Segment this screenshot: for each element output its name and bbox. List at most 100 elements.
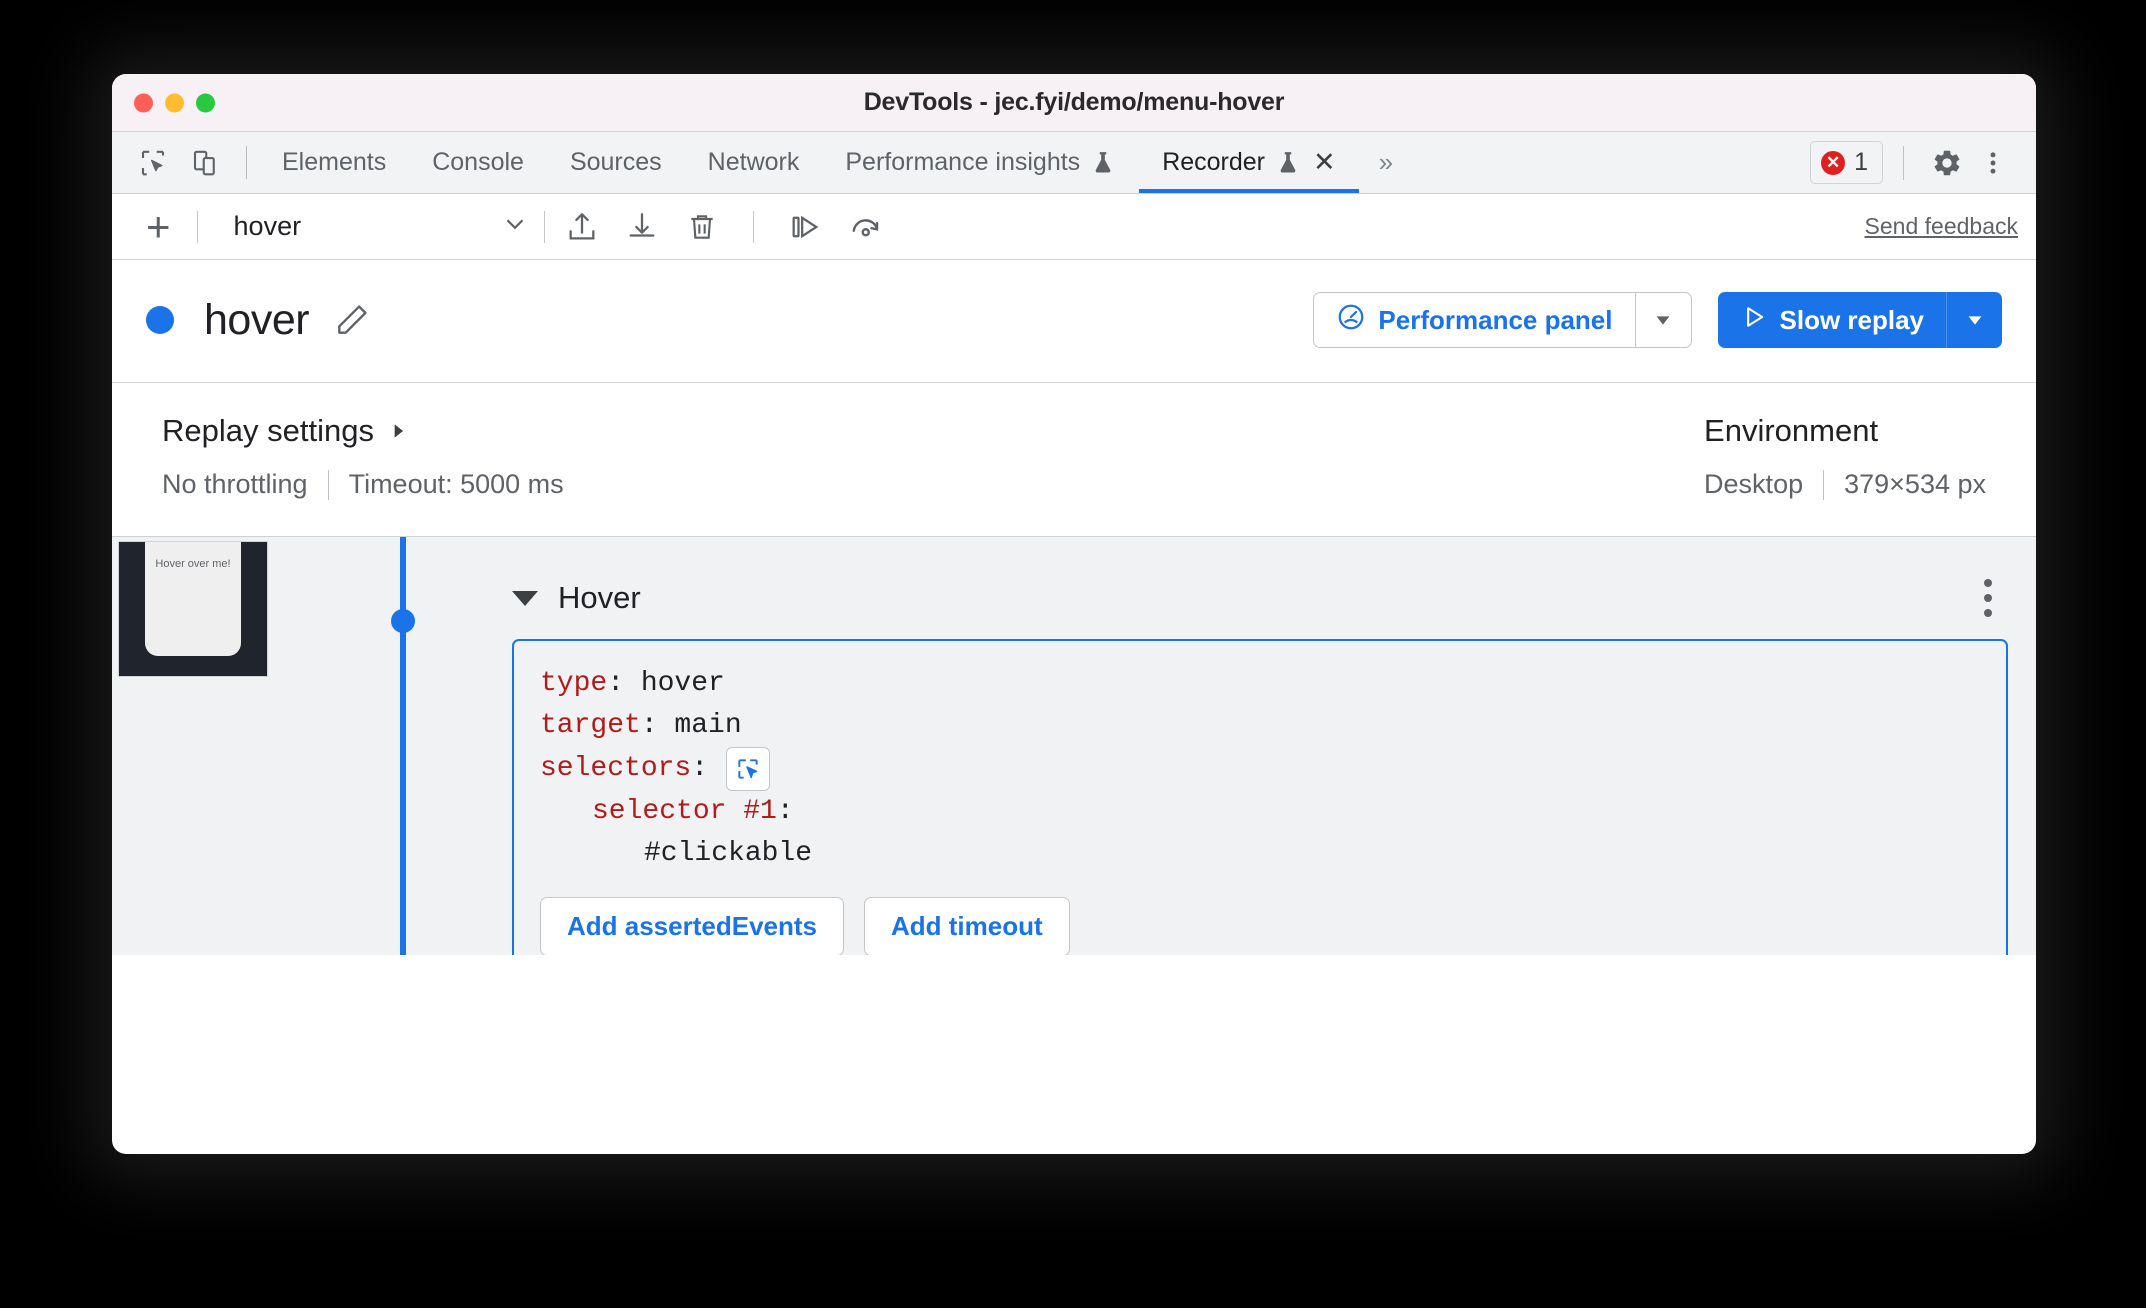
- step-menu-kebab-icon[interactable]: [1984, 579, 2008, 617]
- tab-network-label: Network: [707, 148, 800, 176]
- devtools-tabbar: Elements Console Sources Network Perform…: [112, 132, 2036, 194]
- more-tabs-icon[interactable]: »: [1359, 132, 1413, 193]
- performance-panel-main[interactable]: Performance panel: [1314, 293, 1634, 347]
- performance-icon: [1336, 302, 1366, 339]
- step-add-actions: Add assertedEvents Add timeout: [540, 897, 1980, 955]
- tab-sources-label: Sources: [569, 148, 662, 176]
- window-title: DevTools - jec.fyi/demo/menu-hover: [863, 88, 1285, 116]
- code-value-selectors: :: [691, 753, 709, 784]
- performance-panel-dropdown[interactable]: [1634, 293, 1691, 347]
- tabbar-actions: ✕ 1: [1810, 132, 2036, 193]
- error-count-badge[interactable]: ✕ 1: [1810, 141, 1883, 184]
- delete-icon[interactable]: [679, 204, 725, 250]
- slow-replay-main[interactable]: Slow replay: [1718, 292, 1947, 348]
- tab-elements[interactable]: Elements: [259, 132, 409, 193]
- tab-elements-label: Elements: [282, 148, 387, 176]
- inspect-element-icon[interactable]: [130, 140, 176, 186]
- step-header[interactable]: Hover: [512, 579, 2008, 617]
- value-divider: [1823, 469, 1825, 500]
- code-value-selector-1: :: [776, 796, 794, 827]
- tab-recorder-label: Recorder: [1162, 148, 1266, 176]
- toolbar-divider: [543, 210, 545, 243]
- pencil-icon[interactable]: [333, 301, 371, 339]
- export-icon[interactable]: [559, 204, 605, 250]
- code-value-type: : hover: [607, 668, 725, 699]
- tab-console[interactable]: Console: [409, 132, 547, 193]
- import-icon[interactable]: [619, 204, 665, 250]
- performance-panel-button[interactable]: Performance panel: [1313, 292, 1692, 348]
- thumbnail-text: Hover over me!: [155, 558, 231, 570]
- recording-header: hover Performance panel Slow replay: [112, 260, 2036, 383]
- replay-settings-section: Replay settings No throttling Timeout: 5…: [162, 413, 1704, 500]
- code-line-selector-1: selector #1:: [540, 791, 1980, 833]
- code-key-selector-1: selector #1: [592, 796, 777, 827]
- code-line-selectors: selectors:: [540, 747, 1980, 791]
- code-key-target: target: [540, 710, 641, 741]
- timeline-step-marker[interactable]: [391, 609, 415, 633]
- maximize-window-button[interactable]: [196, 93, 215, 112]
- devtools-window: DevTools - jec.fyi/demo/menu-hover Eleme…: [112, 74, 2036, 1154]
- code-line-type: type: hover: [540, 663, 1980, 705]
- recording-selector[interactable]: hover: [212, 209, 530, 244]
- toolbar-divider: [196, 210, 198, 243]
- error-icon: ✕: [1821, 150, 1846, 175]
- value-divider: [327, 469, 329, 500]
- environment-values: Desktop 379×534 px: [1704, 469, 1986, 500]
- window-controls[interactable]: [134, 93, 215, 112]
- minimize-window-button[interactable]: [165, 93, 184, 112]
- tabbar-actions-divider: [1903, 145, 1904, 180]
- header-actions: Performance panel Slow replay: [1313, 292, 2002, 348]
- select-element-icon[interactable]: [726, 747, 771, 791]
- step-over-icon[interactable]: [782, 204, 828, 250]
- play-icon: [1740, 303, 1768, 338]
- chevron-down-icon: [500, 209, 530, 244]
- environment-label: Environment: [1704, 413, 1879, 448]
- thumbnail-viewport: Hover over me!: [145, 542, 241, 656]
- tab-sources[interactable]: Sources: [547, 132, 685, 193]
- main-menu-kebab-icon[interactable]: [1970, 140, 2016, 186]
- replay-settings-values: No throttling Timeout: 5000 ms: [162, 469, 1704, 500]
- replay-settings-toggle[interactable]: Replay settings: [162, 413, 1704, 449]
- chevron-down-icon[interactable]: [512, 590, 538, 606]
- toolbar-divider: [752, 210, 754, 243]
- create-recording-button[interactable]: +: [134, 205, 183, 248]
- tab-performance-insights[interactable]: Performance insights: [822, 132, 1139, 193]
- send-feedback-link[interactable]: Send feedback: [1865, 213, 2018, 240]
- more-tabs-label: »: [1378, 147, 1394, 177]
- selector-value: #clickable: [644, 838, 813, 869]
- device-toolbar-icon[interactable]: [182, 140, 228, 186]
- window-titlebar: DevTools - jec.fyi/demo/menu-hover: [112, 74, 2036, 132]
- code-key-selectors: selectors: [540, 753, 692, 784]
- steps-area: Hover over me! Hover type: hover target …: [112, 537, 2036, 955]
- code-key-type: type: [540, 668, 608, 699]
- viewport-value: 379×534 px: [1844, 469, 1986, 499]
- recording-actions: [559, 204, 888, 250]
- experiment-flask-icon: [1090, 150, 1116, 176]
- close-tab-icon[interactable]: ✕: [1313, 149, 1336, 176]
- slow-replay-button[interactable]: Slow replay: [1717, 292, 2002, 348]
- add-asserted-events-button[interactable]: Add assertedEvents: [540, 897, 844, 955]
- step-details-panel: type: hover target: main selectors: sele…: [512, 639, 2008, 955]
- code-value-target: : main: [640, 710, 742, 741]
- environment-section: Environment Desktop 379×534 px: [1704, 413, 1998, 500]
- code-line-selector-1-value: #clickable: [540, 833, 1980, 875]
- performance-panel-label: Performance panel: [1378, 304, 1613, 335]
- replay-settings-label: Replay settings: [162, 413, 374, 448]
- close-window-button[interactable]: [134, 93, 153, 112]
- replay-icon[interactable]: [842, 204, 888, 250]
- page-title: hover: [204, 295, 310, 344]
- slow-replay-label: Slow replay: [1779, 304, 1925, 335]
- timeout-value: Timeout: 5000 ms: [348, 469, 564, 499]
- gear-icon[interactable]: [1924, 140, 1970, 186]
- step-title: Hover: [558, 580, 641, 615]
- recording-name-label: hover: [233, 211, 302, 241]
- chevron-right-icon: [388, 413, 408, 449]
- screenshot-root: DevTools - jec.fyi/demo/menu-hover Eleme…: [0, 0, 2146, 1308]
- tab-network[interactable]: Network: [685, 132, 823, 193]
- tab-recorder[interactable]: Recorder ✕: [1139, 132, 1360, 193]
- throttling-value: No throttling: [162, 469, 308, 499]
- recording-status-dot: [146, 306, 174, 334]
- device-value: Desktop: [1704, 469, 1804, 499]
- add-timeout-button[interactable]: Add timeout: [863, 897, 1070, 955]
- slow-replay-dropdown[interactable]: [1946, 292, 2002, 348]
